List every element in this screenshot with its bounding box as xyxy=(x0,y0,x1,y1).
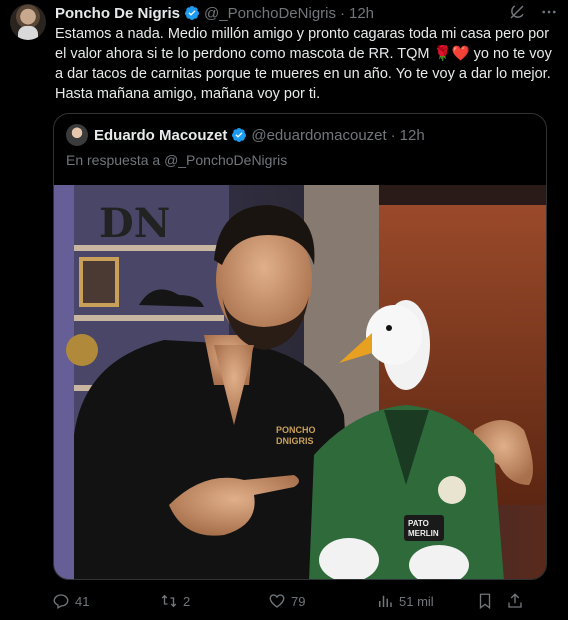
reply-context: En respuesta a @_PonchoDeNigris xyxy=(66,152,287,168)
views-count: 51 mil xyxy=(399,593,434,609)
quoted-time[interactable]: 12h xyxy=(400,127,425,144)
bookmark-icon xyxy=(479,593,491,610)
reply-prefix: En respuesta a xyxy=(66,152,165,168)
bookmark-button[interactable] xyxy=(476,592,506,610)
quoted-avatar[interactable] xyxy=(66,124,88,146)
quoted-header: Eduardo Macouzet @eduardomacouzet · 12h xyxy=(66,124,425,146)
share-button[interactable] xyxy=(506,592,536,610)
share-icon xyxy=(508,593,522,608)
reply-to-link[interactable]: @_PonchoDeNigris xyxy=(164,152,287,168)
quoted-author-handle[interactable]: @eduardomacouzet xyxy=(251,127,386,144)
reply-count: 41 xyxy=(75,593,90,609)
tweet-actions: 41 2 79 51 mil xyxy=(52,591,548,611)
quoted-tweet[interactable]: Eduardo Macouzet @eduardomacouzet · 12h … xyxy=(53,113,547,580)
verified-badge-icon xyxy=(232,128,247,142)
author-avatar[interactable] xyxy=(10,4,46,40)
separator-dot: · xyxy=(390,126,396,144)
photo-logo: DN xyxy=(99,200,170,247)
patch-line2: MERLIN xyxy=(408,529,439,538)
tweet-text: Estamos a nada. Medio millón amigo y pro… xyxy=(55,26,552,102)
views-button[interactable]: 51 mil xyxy=(376,592,476,610)
author-handle[interactable]: @_PonchoDeNigris xyxy=(204,5,336,22)
author-name[interactable]: Poncho De Nigris xyxy=(55,5,180,22)
tweet-header: Poncho De Nigris @_PonchoDeNigris · 12h xyxy=(55,3,558,23)
photo-illustration: DN PONCHO DNIGRIS PATO MERLIN xyxy=(54,185,546,579)
reply-icon xyxy=(53,594,69,609)
repost-button[interactable]: 2 xyxy=(160,592,268,610)
quoted-author-name[interactable]: Eduardo Macouzet xyxy=(94,127,227,144)
shirt-brand-line2: DNIGRIS xyxy=(276,436,314,446)
like-button[interactable]: 79 xyxy=(268,592,376,610)
views-icon xyxy=(379,595,392,607)
repost-count: 2 xyxy=(183,593,191,609)
tweet-photo[interactable]: DN PONCHO DNIGRIS PATO MERLIN xyxy=(54,185,546,579)
repost-icon xyxy=(161,594,177,608)
shirt-brand-line1: PONCHO xyxy=(276,425,316,435)
tweet-time[interactable]: 12h xyxy=(349,5,374,22)
like-icon xyxy=(269,594,285,608)
separator-dot: · xyxy=(339,4,345,22)
reply-button[interactable]: 41 xyxy=(52,592,160,610)
like-count: 79 xyxy=(291,593,306,609)
patch-line1: PATO xyxy=(408,519,429,528)
verified-badge-icon xyxy=(185,6,200,20)
